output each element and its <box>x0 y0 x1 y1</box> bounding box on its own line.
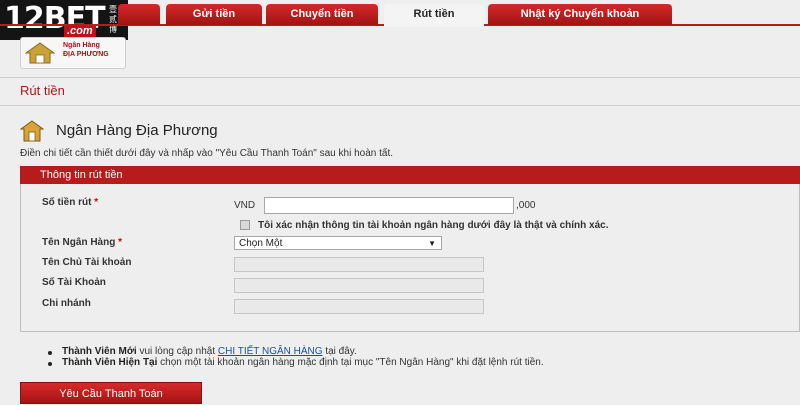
instructions-text: Điền chi tiết cần thiết dưới đây và nhấp… <box>20 148 393 159</box>
account-holder-label: Tên Chủ Tài khoản <box>42 257 132 268</box>
section-bank-icon <box>20 120 44 142</box>
confirm-checkbox[interactable] <box>240 220 250 230</box>
account-holder-field[interactable] <box>234 257 484 272</box>
brand-logo[interactable]: 12BET 壹贰博 .com <box>0 0 128 40</box>
divider <box>0 77 800 78</box>
account-number-field[interactable] <box>234 278 484 293</box>
section-title: Ngân Hàng Địa Phương <box>56 122 218 139</box>
local-bank-method-button[interactable]: Ngân Hàng ĐỊA PHƯƠNG <box>20 37 126 69</box>
bullet <box>48 362 52 366</box>
bank-icon-label: Ngân Hàng ĐỊA PHƯƠNG <box>63 42 109 58</box>
form-header: Thông tin rút tiền <box>20 166 800 184</box>
bank-details-link[interactable]: CHI TIẾT NGÂN HÀNG <box>218 346 323 357</box>
account-number-label: Số Tài Khoản <box>42 277 106 288</box>
bank-name-selected: Chọn Một <box>239 238 283 249</box>
tab-deposit[interactable]: Gửi tiền <box>166 4 262 25</box>
bullet <box>48 351 52 355</box>
chevron-down-icon: ▼ <box>428 239 436 248</box>
amount-input[interactable] <box>264 197 514 214</box>
tab-transfer[interactable]: Chuyển tiền <box>266 4 378 25</box>
note-new-member: Thành Viên Mới vui lòng cập nhật CHI TIẾ… <box>62 346 357 357</box>
divider <box>0 105 800 106</box>
note-existing-member: Thành Viên Hiện Tại chọn một tài khoản n… <box>62 357 544 368</box>
house-bank-icon <box>25 42 55 64</box>
bank-name-select[interactable]: Chọn Một ▼ <box>234 236 442 250</box>
confirm-label: Tôi xác nhận thông tin tài khoản ngân hà… <box>258 220 609 231</box>
branch-label: Chi nhánh <box>42 298 91 309</box>
currency-label: VND <box>234 200 256 211</box>
page-title: Rút tiền <box>20 83 65 98</box>
branch-field[interactable] <box>234 299 484 314</box>
tab-withdraw[interactable]: Rút tiền <box>384 4 484 27</box>
amount-suffix: ,000 <box>516 200 536 211</box>
bank-name-label: Tên Ngân Hàng * <box>42 237 123 248</box>
request-payment-button[interactable]: Yêu Cầu Thanh Toán <box>20 382 202 404</box>
tab-transfer-history[interactable]: Nhật ký Chuyển khoản <box>488 4 672 25</box>
amount-label: Số tiền rút * <box>42 197 99 208</box>
tab-partial-hidden[interactable] <box>118 4 160 25</box>
